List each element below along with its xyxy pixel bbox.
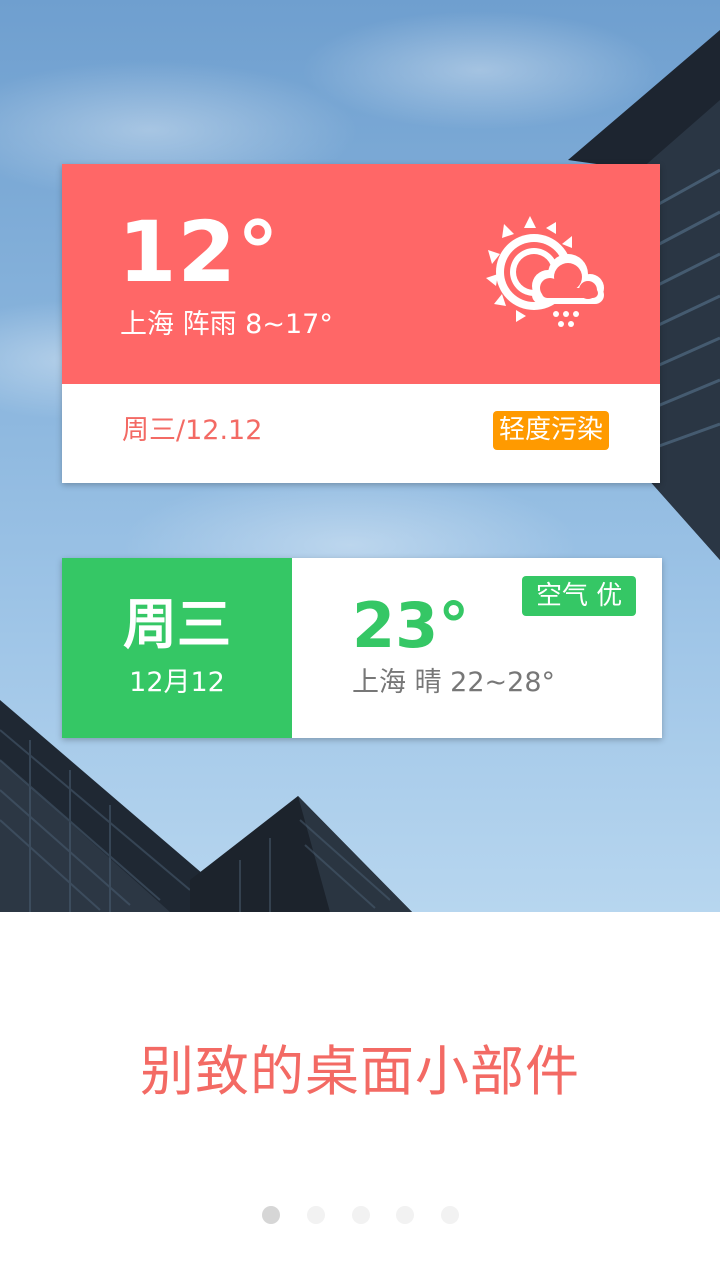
weather-widget-large[interactable]: 12° 上海 阵雨 8~17° 周三/12.12 轻度污染 [62, 164, 660, 483]
weekday-date: 周三/12.12 [122, 415, 263, 446]
air-quality-badge: 轻度污染 [493, 411, 610, 450]
air-quality-badge: 空气 优 [522, 576, 637, 616]
page-dot[interactable] [352, 1206, 370, 1224]
page-dot[interactable] [307, 1206, 325, 1224]
weather-description: 上海 阵雨 8~17° [120, 309, 333, 340]
current-temperature: 12° [118, 203, 280, 301]
weather-widget-compact[interactable]: 周三 12月12 23° 上海 晴 22~28° 空气 优 [62, 558, 662, 738]
page-dot[interactable] [441, 1206, 459, 1224]
weekday: 周三 [123, 593, 231, 656]
weather-description: 上海 晴 22~28° [352, 667, 556, 698]
current-temperature: 23° [352, 589, 470, 662]
sun-cloud-rain-icon [486, 216, 604, 327]
page-dot[interactable] [396, 1206, 414, 1224]
month-day: 12月12 [129, 667, 225, 698]
page-indicator[interactable] [0, 1206, 720, 1226]
date-panel: 周三 12月12 [62, 558, 292, 738]
widget-footer: 周三/12.12 轻度污染 [62, 384, 660, 483]
page-dot[interactable] [262, 1206, 280, 1224]
feature-caption: 别致的桌面小部件 [140, 1040, 580, 1103]
widget-header: 12° 上海 阵雨 8~17° [62, 164, 660, 384]
